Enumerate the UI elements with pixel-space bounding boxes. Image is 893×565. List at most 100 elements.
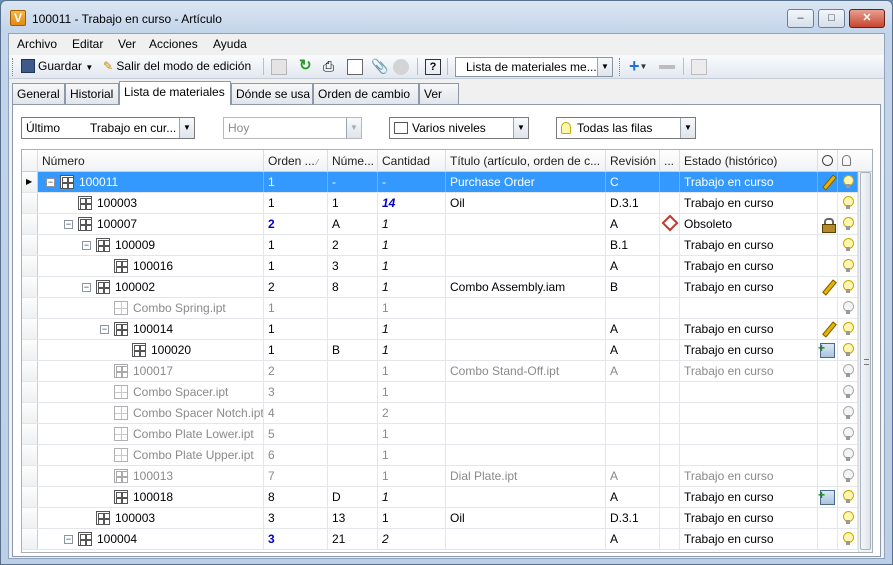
tab-donde-se-usa[interactable]: Dónde se usa	[231, 83, 313, 104]
table-row[interactable]: 100013 7 1 Dial Plate.ipt A Trabajo en curso	[22, 466, 858, 487]
table-row[interactable]: 100003 1 1 14 Oil D.3.1 Trabajo en curso	[22, 193, 858, 214]
cell-titulo	[446, 445, 606, 465]
cell-revision: A	[606, 466, 660, 486]
row-header[interactable]	[22, 382, 38, 402]
table-row[interactable]: − 100004 3 21 2 A Trabajo en curso	[22, 529, 858, 550]
table-row[interactable]: Combo Plate Lower.ipt 5 1	[22, 424, 858, 445]
column-header-titulo[interactable]: Título (artículo, orden de c...	[446, 150, 606, 172]
chevron-down-icon[interactable]: ▼	[597, 58, 612, 76]
cell-more	[660, 487, 680, 507]
menu-acciones[interactable]: Acciones	[145, 36, 202, 52]
column-header-estado[interactable]: Estado (histórico)	[680, 150, 818, 172]
refresh-icon[interactable]: ↻	[299, 58, 315, 75]
row-header[interactable]	[22, 214, 38, 234]
save-button[interactable]: Guardar ▼	[18, 57, 96, 77]
cell-lightbulb	[838, 403, 858, 423]
toolbar-grip[interactable]	[619, 58, 622, 76]
chevron-down-icon[interactable]: ▼	[680, 118, 695, 138]
column-header-more[interactable]: ...	[660, 150, 680, 172]
cell-estado: Trabajo en curso	[680, 508, 818, 528]
row-header[interactable]	[22, 487, 38, 507]
cell-orden: 3	[264, 382, 328, 402]
close-button[interactable]: ✕	[849, 9, 885, 28]
table-row[interactable]: − 100014 1 1 A Trabajo en curso	[22, 319, 858, 340]
column-header-status-icon[interactable]	[818, 150, 838, 172]
chevron-down-icon[interactable]: ▼	[513, 118, 528, 138]
print-preview-icon[interactable]	[347, 59, 363, 75]
view-select[interactable]: Lista de materiales me... ▼	[455, 57, 613, 77]
row-header[interactable]	[22, 466, 38, 486]
collapse-toggle-icon[interactable]: −	[82, 283, 91, 292]
column-header-cantidad[interactable]: Cantidad	[378, 150, 446, 172]
tab-strip: General Historial Lista de materiales Dó…	[12, 81, 882, 105]
tab-orden-de-cambio[interactable]: Orden de cambio	[313, 83, 419, 104]
column-header-lightbulb[interactable]	[838, 150, 858, 172]
table-row[interactable]: − 100002 2 8 1 Combo Assembly.iam B Trabajo en …	[22, 277, 858, 298]
table-row[interactable]: −100007 2 A 1 A Obsoleto	[22, 214, 858, 235]
cell-more	[660, 424, 680, 444]
column-header-numero-item[interactable]: Núme...	[328, 150, 378, 172]
row-header[interactable]	[22, 424, 38, 444]
tab-ver[interactable]: Ver	[419, 83, 459, 104]
vertical-scrollbar[interactable]	[858, 172, 872, 552]
collapse-toggle-icon[interactable]: −	[64, 535, 73, 544]
table-row[interactable]: 100003 3 13 1 Oil D.3.1 Trabajo en curso	[22, 508, 858, 529]
cell-cantidad: 1	[378, 214, 446, 234]
attachment-icon[interactable]: 📎	[371, 59, 388, 75]
table-row[interactable]: Combo Plate Upper.ipt 6 1	[22, 445, 858, 466]
scrollbar-thumb[interactable]	[860, 172, 871, 550]
column-header-revision[interactable]: Revisión	[606, 150, 660, 172]
table-row[interactable]: Combo Spacer.ipt 3 1	[22, 382, 858, 403]
collapse-toggle-icon[interactable]: −	[82, 241, 91, 250]
rows-filter-select[interactable]: Todas las filas ▼	[556, 117, 696, 139]
tab-lista-de-materiales[interactable]: Lista de materiales	[119, 81, 231, 105]
levels-select[interactable]: Varios niveles ▼	[389, 117, 529, 139]
row-header[interactable]	[22, 193, 38, 213]
table-row[interactable]: 100018 8 D 1 A Trabajo en curso	[22, 487, 858, 508]
row-header[interactable]	[22, 235, 38, 255]
row-header[interactable]	[22, 298, 38, 318]
collapse-toggle-icon[interactable]: −	[46, 178, 55, 187]
row-header[interactable]	[22, 256, 38, 276]
revision-select[interactable]: Último Trabajo en cur... ▼	[21, 117, 195, 139]
table-row[interactable]: 100017 2 1 Combo Stand-Off.ipt A Trabajo en c…	[22, 361, 858, 382]
table-row[interactable]: Combo Spacer Notch.ipt 4 2	[22, 403, 858, 424]
menu-editar[interactable]: Editar	[68, 36, 107, 52]
numero-text: 100003	[115, 511, 156, 525]
table-row[interactable]: 100020 1 B 1 A Trabajo en curso	[22, 340, 858, 361]
cell-more	[660, 466, 680, 486]
collapse-toggle-icon[interactable]: −	[100, 325, 109, 334]
menu-archivo[interactable]: Archivo	[13, 36, 61, 52]
add-icon[interactable]: +▼	[629, 57, 651, 75]
table-row[interactable]: Combo Spring.ipt 1 1	[22, 298, 858, 319]
collapse-toggle-icon[interactable]: −	[64, 220, 73, 229]
column-header-numero[interactable]: Número	[38, 150, 264, 172]
maximize-button[interactable]: □	[818, 9, 845, 28]
row-header[interactable]	[22, 403, 38, 423]
add-to-bom-icon	[818, 340, 835, 358]
row-header[interactable]	[22, 508, 38, 528]
row-header[interactable]	[22, 277, 38, 297]
cell-more	[660, 172, 680, 192]
print-icon[interactable]: ⎙	[323, 59, 339, 75]
row-header[interactable]	[22, 319, 38, 339]
table-row[interactable]: − 100009 1 2 1 B.1 Trabajo en curso	[22, 235, 858, 256]
row-header[interactable]	[22, 361, 38, 381]
table-row[interactable]: 100016 1 3 1 A Trabajo en curso	[22, 256, 858, 277]
help-icon[interactable]: ?	[425, 59, 441, 75]
column-header-orden[interactable]: Orden ... ⁄	[264, 150, 328, 172]
tab-general[interactable]: General	[12, 83, 65, 104]
row-header[interactable]: ▶	[22, 172, 38, 192]
row-header[interactable]	[22, 445, 38, 465]
menu-ver[interactable]: Ver	[114, 36, 140, 52]
toolbar-grip[interactable]	[12, 58, 15, 76]
row-header[interactable]	[22, 529, 38, 549]
exit-edit-mode-button[interactable]: ✎ Salir del modo de edición	[100, 57, 254, 77]
tab-historial[interactable]: Historial	[65, 83, 119, 104]
table-row[interactable]: ▶ −100011 1- - Purchase Order C Trabajo en cur…	[22, 172, 858, 193]
menu-ayuda[interactable]: Ayuda	[209, 36, 251, 52]
row-header[interactable]	[22, 340, 38, 360]
title-bar[interactable]: V 100011 - Trabajo en curso - Artículo –…	[1, 1, 892, 33]
minimize-button[interactable]: –	[787, 9, 814, 28]
chevron-down-icon[interactable]: ▼	[179, 118, 194, 138]
